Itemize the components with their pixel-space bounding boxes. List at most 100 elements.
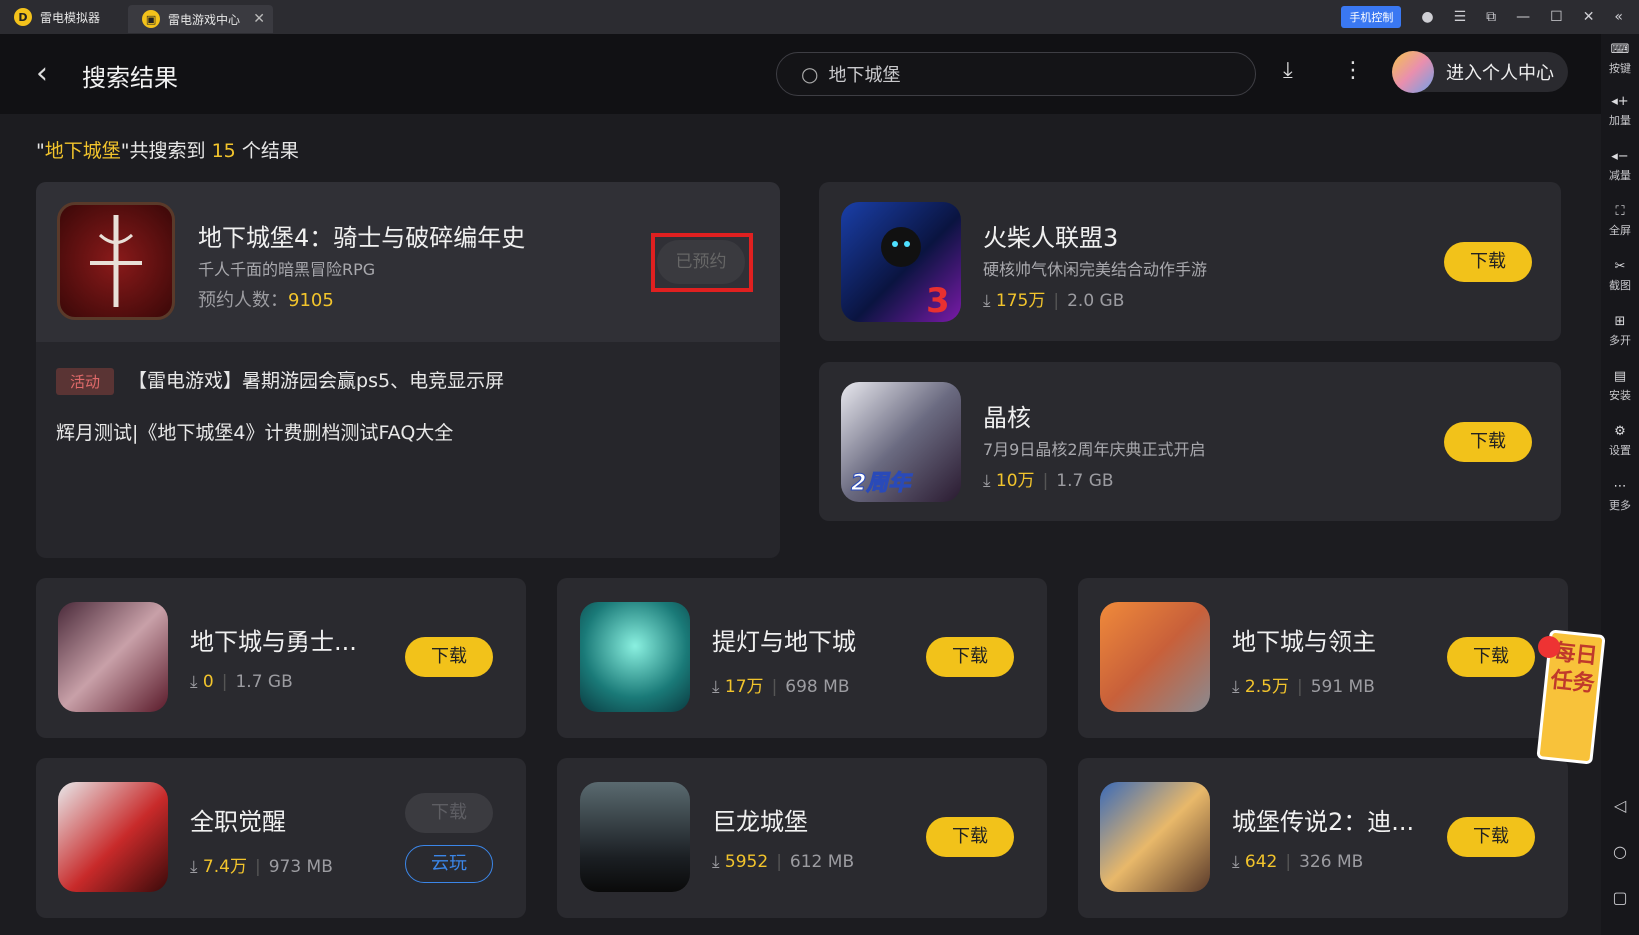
game-meta: ⤓ 10万 | 1.7 GB xyxy=(983,471,1114,491)
game-icon-dungeon-castle-4[interactable] xyxy=(57,202,175,320)
avatar xyxy=(1392,51,1434,93)
download-button[interactable]: 下载 xyxy=(926,637,1014,677)
sidebar-item-fullscreen[interactable]: ⛶ 全屏 xyxy=(1601,204,1639,238)
minimize-icon[interactable]: — xyxy=(1516,9,1530,25)
game-title[interactable]: 提灯与地下城 xyxy=(712,622,856,657)
file-size: 2.0 GB xyxy=(1067,291,1125,311)
back-arrow-icon[interactable]: ‹ xyxy=(36,56,48,91)
game-icon-stickman[interactable]: 3 xyxy=(841,202,961,322)
download-count: 642 xyxy=(1244,852,1278,872)
reserve-info: 预约人数：9105 xyxy=(198,290,334,311)
game-title[interactable]: 晶核 xyxy=(983,398,1031,433)
news-item[interactable]: 辉月测试|《地下城堡4》计费删档测试FAQ大全 xyxy=(56,418,453,445)
reserve-count: 9105 xyxy=(288,290,334,311)
maximize-icon[interactable]: ☐ xyxy=(1550,9,1563,25)
game-icon-lantern-dungeon[interactable] xyxy=(580,602,690,712)
activity-news[interactable]: 活动 【雷电游戏】暑期游园会赢ps5、电竞显示屏 xyxy=(56,366,504,395)
download-button[interactable]: 下载 xyxy=(1447,817,1535,857)
nav-home-icon[interactable]: ○ xyxy=(1601,842,1639,861)
fullscreen-icon: ⛶ xyxy=(1615,204,1625,219)
search-icon[interactable]: ○ xyxy=(801,62,818,86)
nav-back-icon[interactable]: ◁ xyxy=(1601,796,1639,815)
file-size: 612 MB xyxy=(789,852,855,872)
game-title[interactable]: 地下城堡4：骑士与破碎编年史 xyxy=(198,218,525,253)
user-center-button[interactable]: 进入个人中心 xyxy=(1392,51,1568,93)
game-subtitle: 千人千面的暗黑冒险RPG xyxy=(198,260,376,279)
game-title[interactable]: 地下城与领主 xyxy=(1232,622,1376,657)
close-icon[interactable]: ✕ xyxy=(253,11,265,27)
nav-recent-icon[interactable]: ▢ xyxy=(1601,888,1639,907)
game-title[interactable]: 城堡传说2：迪... xyxy=(1232,802,1414,837)
search-box[interactable]: ○ xyxy=(776,52,1256,96)
collapse-icon[interactable]: « xyxy=(1614,9,1623,25)
volume-down-icon: ◂− xyxy=(1611,149,1629,164)
page-header: ‹ 搜索结果 ○ ⤓ ⋮ 进入个人中心 xyxy=(0,34,1601,114)
more-vertical-icon[interactable]: ⋮ xyxy=(1342,58,1364,83)
tab-emulator[interactable]: D 雷电模拟器 xyxy=(0,0,110,34)
download-button[interactable]: 下载 xyxy=(405,637,493,677)
search-input[interactable] xyxy=(828,63,1209,85)
download-count-icon: ⤓ xyxy=(190,857,203,877)
sidebar-item-volume-up[interactable]: ◂+ 加量 xyxy=(1601,94,1639,128)
summary-count: 15 xyxy=(211,140,236,162)
scissors-icon: ✂ xyxy=(1614,259,1626,274)
download-button[interactable]: 下载 xyxy=(1444,422,1532,462)
download-count-icon: ⤓ xyxy=(983,291,996,311)
sidebar-item-volume-down[interactable]: ◂− 减量 xyxy=(1601,149,1639,183)
download-button[interactable]: 下载 xyxy=(1447,637,1535,677)
tab-game-center[interactable]: ▣ 雷电游戏中心 ✕ xyxy=(128,5,274,33)
game-meta: ⤓ 7.4万 | 973 MB xyxy=(190,857,333,877)
download-count-icon: ⤓ xyxy=(1232,852,1245,872)
game-meta: ⤓ 17万 | 698 MB xyxy=(712,677,850,697)
sidebar-item-settings[interactable]: ⚙ 设置 xyxy=(1601,424,1639,458)
svg-text:3: 3 xyxy=(926,281,950,321)
volume-up-icon: ◂+ xyxy=(1611,94,1629,109)
file-size: 326 MB xyxy=(1299,852,1364,872)
game-icon-quanzhi[interactable] xyxy=(58,782,168,892)
apk-icon: ▤ xyxy=(1613,369,1627,384)
download-button[interactable]: 下载 xyxy=(1444,242,1532,282)
page-title: 搜索结果 xyxy=(82,64,178,92)
download-icon[interactable]: ⤓ xyxy=(1283,58,1293,83)
tab-label: 雷电游戏中心 xyxy=(168,12,241,27)
user-center-label: 进入个人中心 xyxy=(1446,63,1554,84)
phone-control-button[interactable]: 手机控制 xyxy=(1341,6,1402,28)
game-subtitle: 7月9日晶核2周年庆典正式开启 xyxy=(983,440,1206,459)
notification-icon[interactable]: ● xyxy=(1421,9,1433,25)
download-count: 10万 xyxy=(995,471,1035,491)
game-title[interactable]: 全职觉醒 xyxy=(190,802,286,837)
game-icon-dragon-castle[interactable] xyxy=(580,782,690,892)
menu-icon[interactable]: ☰ xyxy=(1454,9,1467,25)
sidebar-item-install[interactable]: ▤ 安装 xyxy=(1601,369,1639,403)
sidebar-item-screenshot[interactable]: ✂ 截图 xyxy=(1601,259,1639,293)
game-icon-castle-legend-2[interactable] xyxy=(1100,782,1210,892)
game-title[interactable]: 地下城与勇士... xyxy=(190,622,357,657)
game-meta: ⤓ 642 | 326 MB xyxy=(1232,852,1364,872)
file-size: 1.7 GB xyxy=(235,672,293,692)
game-icon-jinghe[interactable]: 2周年 xyxy=(841,382,961,502)
activity-tag: 活动 xyxy=(56,368,115,395)
restore-icon[interactable]: ⧉ xyxy=(1486,9,1496,25)
more-icon: ⋯ xyxy=(1613,479,1627,494)
tab-label: 雷电模拟器 xyxy=(40,10,101,25)
cloud-play-button[interactable]: 云玩 xyxy=(405,845,493,883)
game-meta: ⤓ 2.5万 | 591 MB xyxy=(1232,677,1375,697)
download-count: 0 xyxy=(202,672,214,692)
game-meta: ⤓ 175万 | 2.0 GB xyxy=(983,291,1125,311)
emulator-logo-icon: D xyxy=(14,8,32,26)
sidebar-item-keys[interactable]: ⌨ 按键 xyxy=(1601,42,1639,76)
game-title[interactable]: 巨龙城堡 xyxy=(712,802,808,837)
download-button[interactable]: 下载 xyxy=(926,817,1014,857)
sidebar-item-multi[interactable]: ⊞ 多开 xyxy=(1601,314,1639,348)
file-size: 1.7 GB xyxy=(1056,471,1114,491)
game-icon-dnf[interactable] xyxy=(58,602,168,712)
file-size: 698 MB xyxy=(785,677,850,697)
window-close-icon[interactable]: ✕ xyxy=(1583,9,1595,25)
sidebar-item-more[interactable]: ⋯ 更多 xyxy=(1601,479,1639,513)
download-count-icon: ⤓ xyxy=(712,677,725,697)
game-icon-dungeon-lord[interactable] xyxy=(1100,602,1210,712)
file-size: 591 MB xyxy=(1310,677,1375,697)
game-title[interactable]: 火柴人联盟3 xyxy=(983,218,1118,253)
stickman-art-icon: 3 xyxy=(881,227,950,321)
multi-open-icon: ⊞ xyxy=(1614,314,1626,329)
